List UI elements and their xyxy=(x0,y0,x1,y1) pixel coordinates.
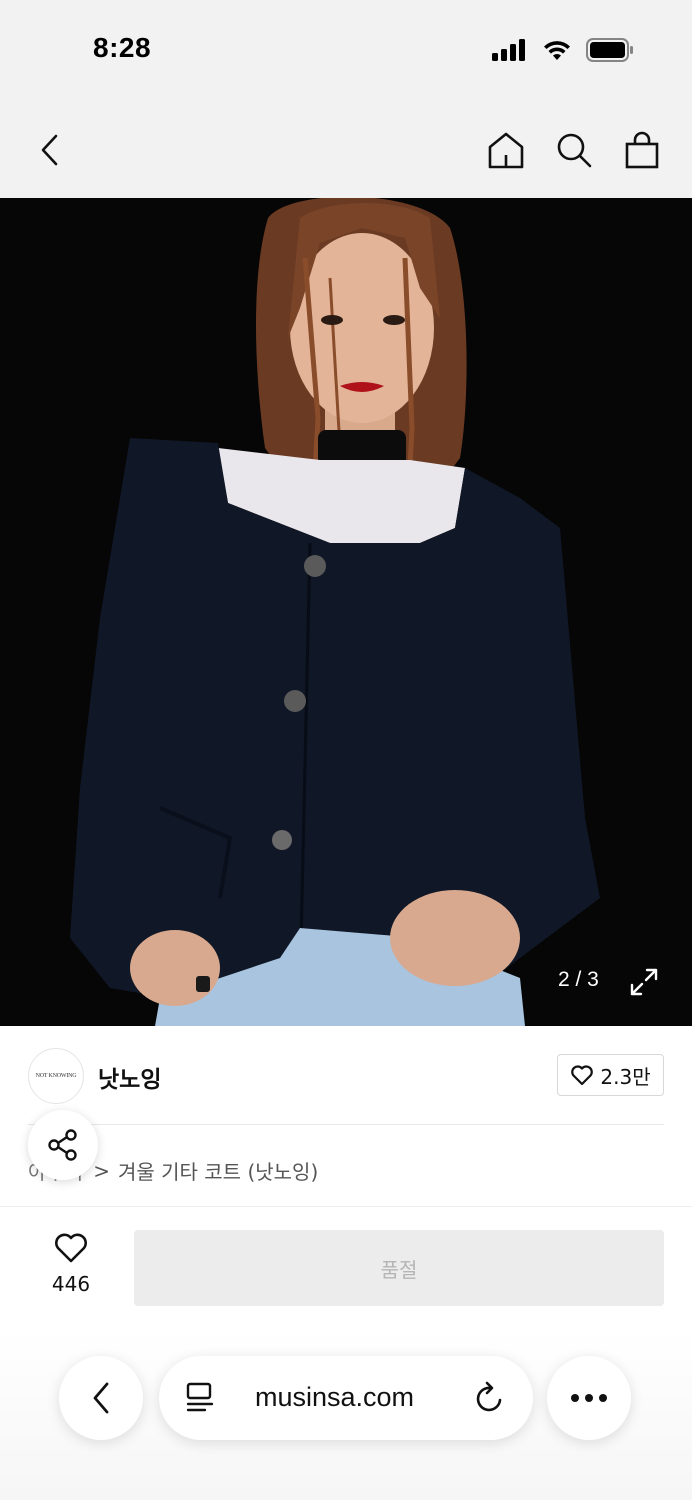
chevron-left-icon xyxy=(41,134,58,166)
wishlist-count: 446 xyxy=(51,1272,91,1296)
reader-mode-icon xyxy=(186,1382,214,1412)
search-icon xyxy=(557,133,592,168)
image-counter: 2 / 3 xyxy=(558,968,599,991)
brand-name[interactable]: 낫노잉 xyxy=(98,1060,161,1094)
reload-icon[interactable] xyxy=(473,1380,507,1416)
battery-icon xyxy=(586,38,633,62)
expand-icon xyxy=(630,968,658,996)
brand-like-count: 2.3만 xyxy=(600,1064,651,1089)
status-bar: 8:28 xyxy=(0,0,692,100)
heart-icon xyxy=(571,1065,594,1086)
share-button[interactable] xyxy=(28,1110,98,1180)
signal-icon xyxy=(492,39,525,61)
home-icon xyxy=(488,132,524,169)
url-text: musinsa.com xyxy=(255,1382,415,1412)
browser-more-button[interactable] xyxy=(547,1356,631,1440)
breadcrumb-separator: > xyxy=(93,1158,110,1183)
back-button[interactable] xyxy=(30,130,70,170)
status-time: 8:28 xyxy=(93,32,152,63)
top-nav-bar xyxy=(0,100,692,198)
address-bar[interactable]: musinsa.com xyxy=(159,1356,533,1440)
browser-back-button[interactable] xyxy=(59,1356,143,1440)
divider xyxy=(0,1206,692,1207)
brand-row: NOT KNOWING 낫노잉 2.3만 xyxy=(0,1026,692,1126)
wifi-icon xyxy=(544,41,570,60)
share-icon xyxy=(48,1129,77,1161)
cart-button[interactable] xyxy=(622,128,662,172)
soldout-button[interactable]: 품절 xyxy=(134,1230,664,1306)
heart-icon xyxy=(55,1233,87,1263)
brand-logo[interactable]: NOT KNOWING xyxy=(28,1048,84,1104)
product-photo xyxy=(0,198,692,1026)
breadcrumb-category[interactable]: 겨울 기타 코트 (낫노잉) xyxy=(118,1156,318,1185)
product-image-carousel[interactable] xyxy=(0,198,692,1026)
status-icons xyxy=(492,38,634,62)
brand-like-button[interactable]: 2.3만 xyxy=(557,1054,664,1096)
more-dots-icon xyxy=(571,1394,607,1402)
brand-logo-text: NOT KNOWING xyxy=(35,1073,77,1079)
search-button[interactable] xyxy=(554,128,594,172)
chevron-left-icon xyxy=(93,1382,109,1414)
wishlist-button[interactable]: 446 xyxy=(40,1232,102,1296)
divider xyxy=(28,1124,664,1125)
home-button[interactable] xyxy=(486,128,526,172)
expand-image-button[interactable] xyxy=(628,966,660,998)
shopping-bag-icon xyxy=(625,131,659,169)
